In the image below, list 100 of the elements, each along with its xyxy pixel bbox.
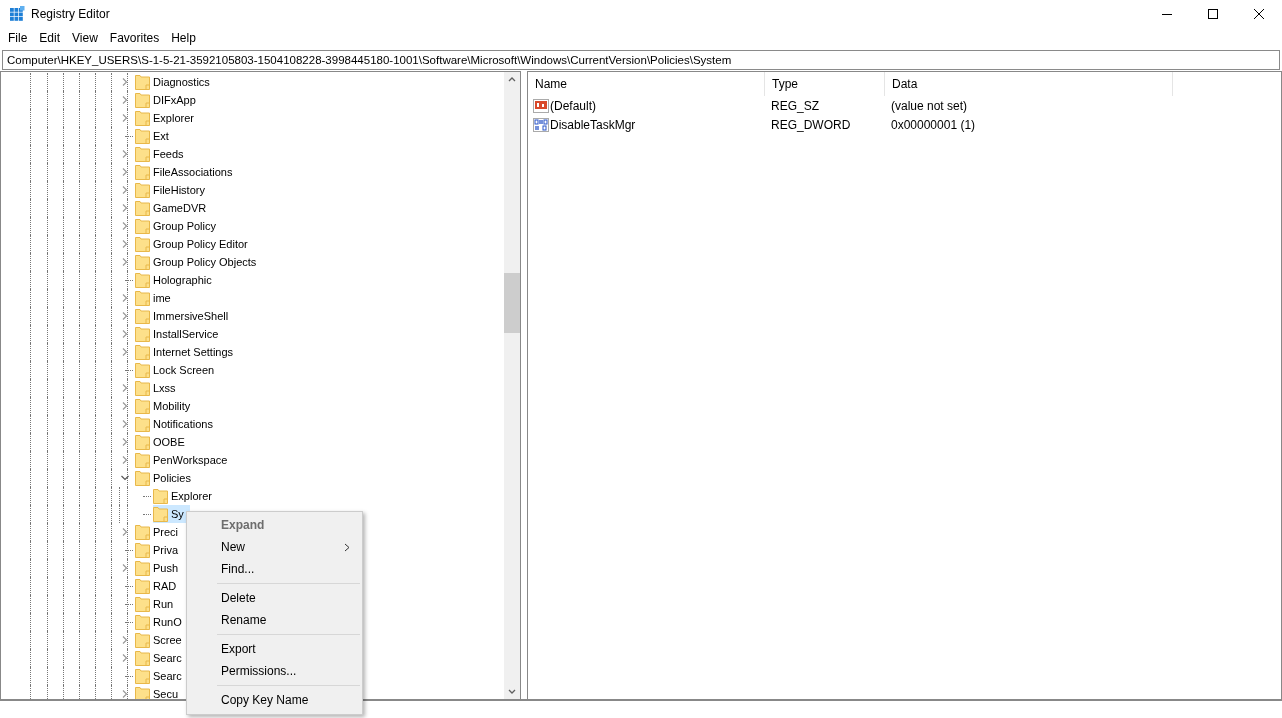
- folder-icon: [135, 182, 150, 198]
- folder-icon: [135, 632, 150, 648]
- registry-key[interactable]: RAD: [135, 577, 183, 595]
- registry-key[interactable]: Run: [135, 595, 180, 613]
- registry-key[interactable]: Policies: [135, 469, 197, 487]
- folder-icon: [135, 542, 150, 558]
- folder-icon: [135, 128, 150, 144]
- expand-chevron-icon[interactable]: [120, 635, 130, 645]
- context-menu-item[interactable]: Permissions...: [187, 660, 362, 682]
- registry-key[interactable]: Holographic: [135, 271, 218, 289]
- expand-chevron-icon[interactable]: [120, 653, 130, 663]
- context-menu-item[interactable]: Rename: [187, 609, 362, 631]
- expand-chevron-icon[interactable]: [120, 329, 130, 339]
- menu-item[interactable]: Favorites: [103, 31, 166, 45]
- folder-icon: [135, 596, 150, 612]
- registry-key[interactable]: FileAssociations: [135, 163, 239, 181]
- registry-key[interactable]: Push: [135, 559, 185, 577]
- expand-chevron-icon[interactable]: [120, 77, 130, 87]
- registry-key[interactable]: Group Policy Editor: [135, 235, 254, 253]
- expand-chevron-icon[interactable]: [120, 167, 130, 177]
- registry-key[interactable]: ImmersiveShell: [135, 307, 235, 325]
- registry-key[interactable]: GameDVR: [135, 199, 213, 217]
- vertical-scrollbar[interactable]: [504, 72, 520, 699]
- expand-chevron-icon[interactable]: [120, 257, 130, 267]
- registry-key[interactable]: Diagnostics: [135, 73, 216, 91]
- folder-icon: [135, 164, 150, 180]
- expand-chevron-icon[interactable]: [120, 293, 130, 303]
- folder-icon: [135, 92, 150, 108]
- registry-key[interactable]: Mobility: [135, 397, 197, 415]
- table-cell-text: (value not set): [890, 98, 969, 113]
- column-header[interactable]: Type: [765, 72, 885, 96]
- expand-chevron-icon[interactable]: [120, 563, 130, 573]
- registry-key[interactable]: InstallService: [135, 325, 225, 343]
- registry-key[interactable]: DIFxApp: [135, 91, 202, 109]
- registry-key[interactable]: ime: [135, 289, 177, 307]
- collapse-chevron-icon[interactable]: [120, 473, 130, 483]
- registry-editor-icon: [9, 6, 25, 22]
- expand-chevron-icon[interactable]: [120, 401, 130, 411]
- registry-key[interactable]: OOBE: [135, 433, 191, 451]
- folder-icon: [135, 452, 150, 468]
- folder-icon: [135, 290, 150, 306]
- registry-key[interactable]: Sy: [153, 505, 190, 523]
- expand-chevron-icon[interactable]: [120, 95, 130, 105]
- close-icon: [1253, 8, 1265, 20]
- context-menu-item[interactable]: Export: [187, 638, 362, 660]
- context-menu-item[interactable]: Delete: [187, 587, 362, 609]
- column-header[interactable]: Data: [885, 72, 1173, 96]
- folder-icon: [135, 668, 150, 684]
- expand-chevron-icon[interactable]: [120, 203, 130, 213]
- expand-chevron-icon[interactable]: [120, 311, 130, 321]
- registry-key[interactable]: Group Policy Objects: [135, 253, 263, 271]
- expand-chevron-icon[interactable]: [120, 455, 130, 465]
- registry-key[interactable]: Notifications: [135, 415, 219, 433]
- menu-item[interactable]: File: [2, 31, 34, 45]
- folder-icon: [135, 236, 150, 252]
- registry-key[interactable]: RunO: [135, 613, 188, 631]
- menu-item[interactable]: Edit: [33, 31, 67, 45]
- scroll-up-icon[interactable]: [508, 76, 516, 82]
- registry-key[interactable]: FileHistory: [135, 181, 211, 199]
- registry-key[interactable]: Explorer: [135, 109, 200, 127]
- expand-chevron-icon[interactable]: [120, 383, 130, 393]
- registry-key[interactable]: Searc: [135, 649, 188, 667]
- registry-key[interactable]: Priva: [135, 541, 185, 559]
- registry-key[interactable]: Feeds: [135, 145, 190, 163]
- registry-key[interactable]: PenWorkspace: [135, 451, 234, 469]
- registry-key[interactable]: Lock Screen: [135, 361, 221, 379]
- expand-chevron-icon[interactable]: [120, 149, 130, 159]
- registry-key[interactable]: Scree: [135, 631, 188, 649]
- folder-icon: [135, 614, 150, 630]
- registry-key[interactable]: Secu: [135, 685, 185, 699]
- window-title: Registry Editor: [31, 7, 110, 21]
- registry-key[interactable]: Ext: [135, 127, 175, 145]
- value-name[interactable]: (Default): [528, 97, 765, 114]
- menu-item[interactable]: Help: [165, 31, 202, 45]
- registry-key[interactable]: Preci: [135, 523, 185, 541]
- address-field[interactable]: Computer\HKEY_USERS\S-1-5-21-3592105803-1504108228-3998445180-1001\Software\Microsoft\Windows\CurrentVersion\Policies\System: [2, 50, 1280, 70]
- registry-key[interactable]: Explorer: [153, 487, 218, 505]
- expand-chevron-icon[interactable]: [120, 419, 130, 429]
- folder-icon: [135, 416, 150, 432]
- expand-chevron-icon[interactable]: [120, 113, 130, 123]
- scroll-thumb[interactable]: [504, 273, 520, 333]
- context-menu-item[interactable]: Find...: [187, 558, 362, 580]
- scroll-down-icon[interactable]: [508, 689, 516, 695]
- expand-chevron-icon[interactable]: [120, 239, 130, 249]
- value-name[interactable]: DisableTaskMgr: [528, 116, 765, 133]
- column-header[interactable]: Name: [528, 72, 765, 96]
- expand-chevron-icon[interactable]: [120, 437, 130, 447]
- registry-key[interactable]: Searc: [135, 667, 188, 685]
- registry-key[interactable]: Lxss: [135, 379, 182, 397]
- registry-key[interactable]: Internet Settings: [135, 343, 240, 361]
- expand-chevron-icon[interactable]: [120, 347, 130, 357]
- expand-chevron-icon[interactable]: [120, 527, 130, 537]
- folder-icon: [135, 344, 150, 360]
- menu-item[interactable]: View: [66, 31, 104, 45]
- expand-chevron-icon[interactable]: [120, 689, 130, 699]
- expand-chevron-icon[interactable]: [120, 221, 130, 231]
- context-menu-item[interactable]: Copy Key Name: [187, 689, 362, 711]
- registry-key[interactable]: Group Policy: [135, 217, 222, 235]
- expand-chevron-icon[interactable]: [120, 185, 130, 195]
- context-menu-item[interactable]: New: [187, 536, 362, 558]
